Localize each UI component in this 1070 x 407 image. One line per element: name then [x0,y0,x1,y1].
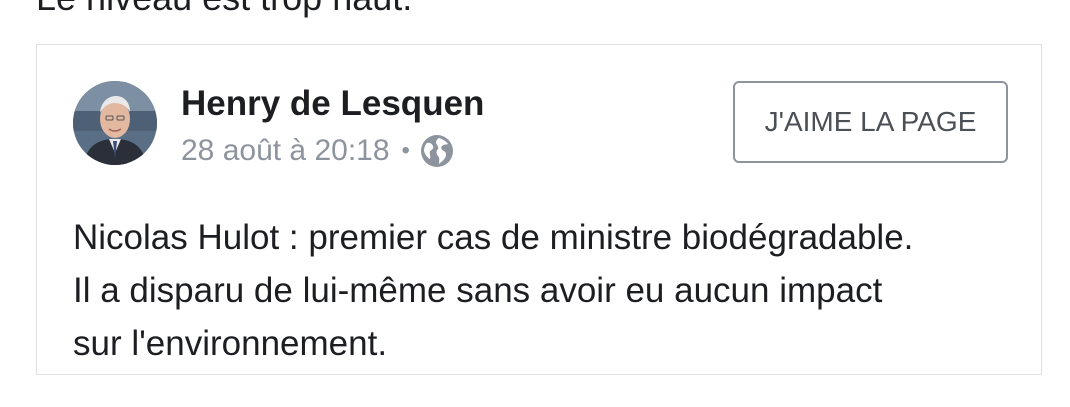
author-name[interactable]: Henry de Lesquen [181,83,484,125]
globe-icon [420,134,454,168]
avatar[interactable] [73,81,157,165]
post-timestamp[interactable]: 28 août à 20:18 [181,134,390,168]
like-page-button[interactable]: J'AIME LA PAGE [733,81,1008,163]
page: Le niveau est trop haut. Henry de Lesque… [0,0,1070,407]
context-text: Le niveau est trop haut. [36,0,412,20]
post-meta: 28 août à 20:18 • [181,133,454,169]
post-text-line: Il a disparu de lui-même sans avoir eu a… [73,271,883,310]
embedded-post-card: Henry de Lesquen 28 août à 20:18 • J'AIM… [36,44,1042,375]
meta-separator: • [401,137,410,164]
post-text-line: sur l'environnement. [73,324,388,363]
post-text-line: Nicolas Hulot : premier cas de ministre … [73,218,914,257]
avatar-image [73,81,157,165]
post-text: Nicolas Hulot : premier cas de ministre … [73,211,1023,370]
